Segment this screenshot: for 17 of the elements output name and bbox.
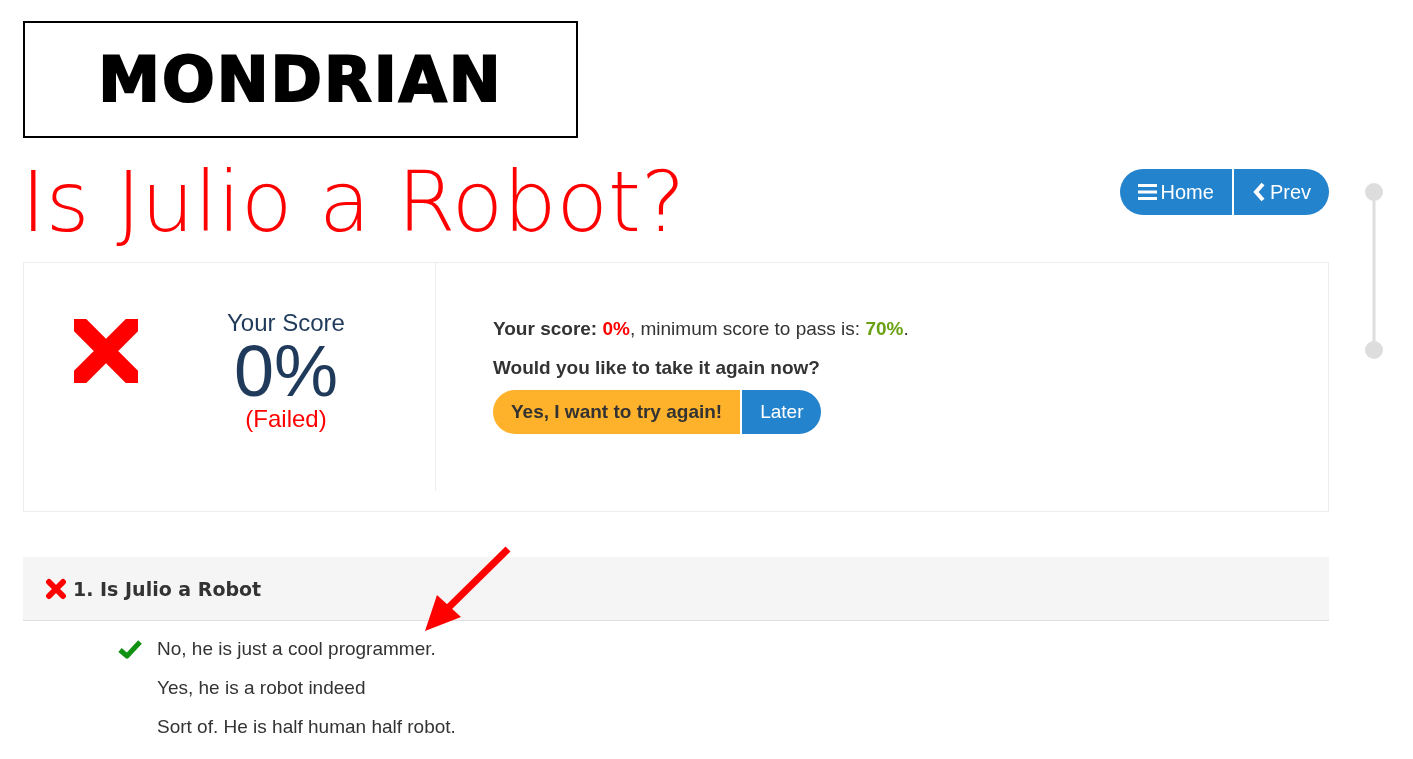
answer-text: No, he is just a cool programmer. xyxy=(157,636,436,661)
retry-button[interactable]: Yes, I want to try again! xyxy=(493,390,741,435)
retake-prompt: Would you like to take it again now? xyxy=(493,355,821,380)
score-heading: Your Score xyxy=(226,311,346,336)
logo-text: MONDRIAN xyxy=(98,42,503,118)
answer-text: Yes, he is a robot indeed xyxy=(157,675,366,700)
score-status: (Failed) xyxy=(244,407,328,432)
score-summary: Your score: 0%, minimum score to pass is: 70%. xyxy=(493,317,909,342)
question-title: 1. Is Julio a Robot xyxy=(73,576,262,602)
page-title: Is Julio a Robot? xyxy=(21,156,686,249)
score-value: 0% xyxy=(232,335,340,408)
answer-text: Sort of. He is half human half robot. xyxy=(157,714,456,739)
menu-icon xyxy=(1137,183,1157,201)
prev-button[interactable]: Prev xyxy=(1233,169,1329,215)
home-button[interactable]: Home xyxy=(1119,169,1232,215)
chevron-left-icon xyxy=(1251,182,1266,202)
later-button[interactable]: Later xyxy=(742,390,822,435)
